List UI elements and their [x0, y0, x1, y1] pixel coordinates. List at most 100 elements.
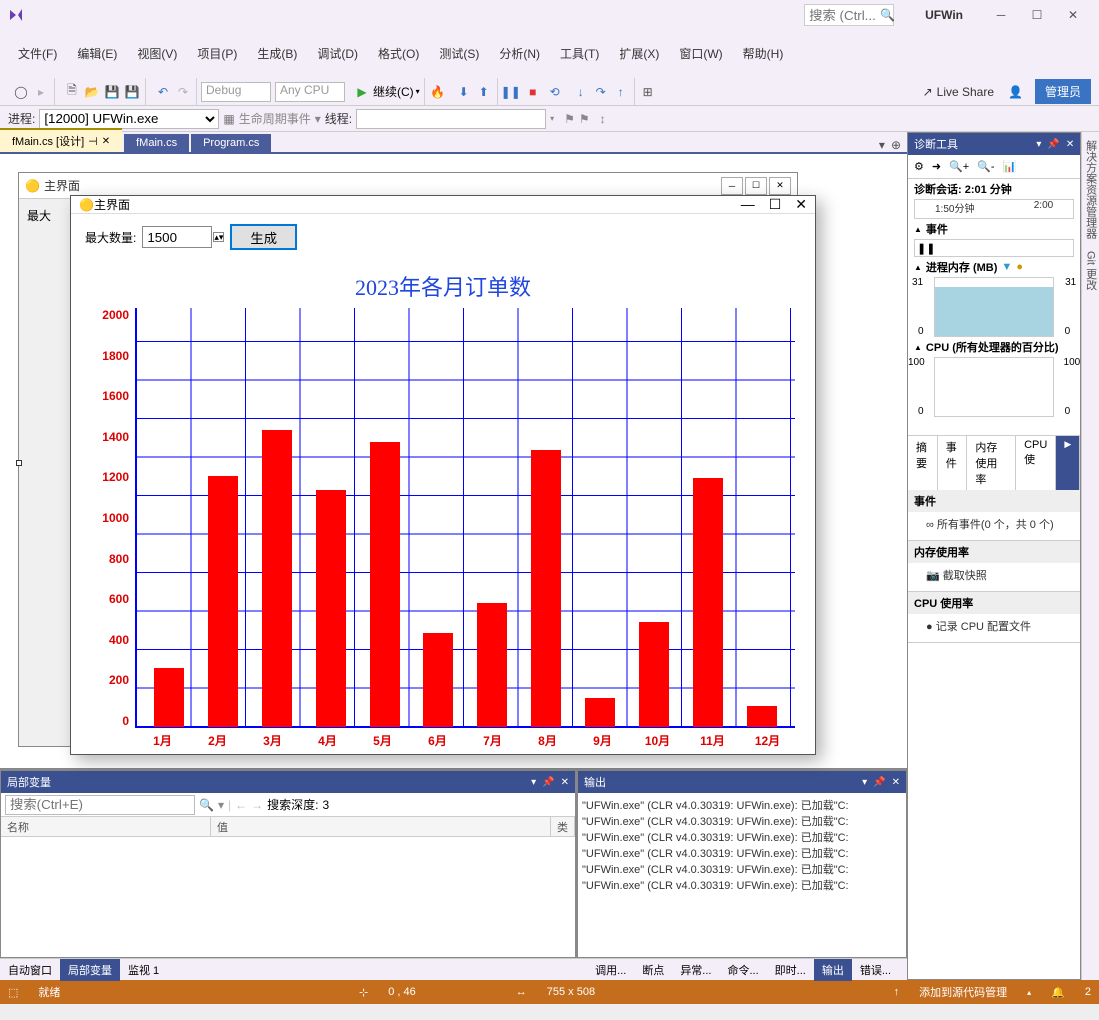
- close-icon[interactable]: ✕: [1066, 139, 1074, 150]
- tab-summary[interactable]: 摘要: [908, 436, 938, 490]
- close-button[interactable]: ✕: [1055, 0, 1091, 30]
- stackframe-icon[interactable]: ↕: [600, 112, 606, 126]
- bottom-tab[interactable]: 输出: [814, 959, 852, 981]
- sidebar-git-changes[interactable]: Git 更改: [1083, 251, 1099, 290]
- thread-combo[interactable]: [356, 109, 546, 129]
- gear-icon[interactable]: ⚙: [914, 160, 924, 173]
- platform-combo[interactable]: Any CPU: [275, 82, 345, 102]
- maximize-button[interactable]: ☐: [1019, 0, 1055, 30]
- menu-item[interactable]: 扩展(X): [609, 40, 669, 68]
- minimize-button[interactable]: —: [741, 196, 755, 213]
- save-icon[interactable]: 💾: [103, 83, 121, 101]
- menu-item[interactable]: 编辑(E): [67, 40, 127, 68]
- step-out-icon[interactable]: ↑: [612, 83, 630, 101]
- max-input[interactable]: [142, 226, 212, 248]
- nav-fwd-icon[interactable]: ▸: [32, 83, 50, 101]
- output-body[interactable]: "UFWin.exe" (CLR v4.0.30319: UFWin.exe):…: [578, 793, 906, 957]
- menu-item[interactable]: 视图(V): [127, 40, 187, 68]
- status-source[interactable]: 添加到源代码管理: [919, 984, 1007, 1000]
- menu-item[interactable]: 测试(S): [429, 40, 489, 68]
- col-value[interactable]: 值: [211, 817, 551, 836]
- tab-mem[interactable]: 内存使用率: [967, 436, 1016, 490]
- flag-icon[interactable]: ⚑: [564, 112, 575, 126]
- document-tab[interactable]: Program.cs: [191, 134, 271, 152]
- snapshot-link[interactable]: 截取快照: [943, 570, 987, 582]
- hot-reload-icon[interactable]: 🔥: [429, 83, 447, 101]
- chart-icon[interactable]: 📊: [1003, 160, 1017, 173]
- dropdown-icon[interactable]: ▾: [1036, 139, 1041, 150]
- step-icon[interactable]: ⬇: [455, 83, 473, 101]
- close-icon[interactable]: ✕: [892, 777, 900, 788]
- spinner-icon[interactable]: ▴▾: [213, 232, 224, 242]
- pin-icon[interactable]: 📌: [542, 777, 554, 788]
- document-tab[interactable]: fMain.cs: [124, 134, 189, 152]
- prev-icon[interactable]: ←: [235, 798, 247, 812]
- bottom-tab[interactable]: 即时...: [767, 959, 814, 981]
- scroll-right[interactable]: ▶: [1056, 436, 1080, 490]
- pause-icon[interactable]: ❚❚: [502, 83, 520, 101]
- bottom-tab[interactable]: 自动窗口: [0, 959, 60, 981]
- close-icon[interactable]: ✕: [102, 136, 110, 147]
- redo-icon[interactable]: ↷: [174, 83, 192, 101]
- continue-icon[interactable]: ▶: [353, 83, 371, 101]
- flag-icon-2[interactable]: ⚑: [579, 112, 590, 126]
- lifecycle-icon[interactable]: ▦: [223, 112, 234, 126]
- config-combo[interactable]: Debug: [201, 82, 271, 102]
- menu-item[interactable]: 生成(B): [247, 40, 307, 68]
- pin-icon[interactable]: 📌: [1047, 139, 1059, 150]
- bottom-tab[interactable]: 命令...: [719, 959, 766, 981]
- depth-combo[interactable]: 3: [322, 798, 358, 812]
- nav-back-icon[interactable]: ◯: [12, 83, 30, 101]
- sidebar-solution-explorer[interactable]: 解决方案资源管理器: [1083, 140, 1099, 239]
- menu-item[interactable]: 分析(N): [489, 40, 550, 68]
- menu-item[interactable]: 窗口(W): [669, 40, 732, 68]
- bottom-tab[interactable]: 错误...: [852, 959, 899, 981]
- zoomin-icon[interactable]: 🔍+: [949, 160, 969, 173]
- open-icon[interactable]: 📂: [83, 83, 101, 101]
- close-icon[interactable]: ✕: [561, 777, 569, 788]
- menu-item[interactable]: 调试(D): [307, 40, 368, 68]
- liveshare-button[interactable]: Live Share: [937, 85, 994, 99]
- pin-icon[interactable]: 📌: [873, 777, 885, 788]
- menu-item[interactable]: 工具(T): [550, 40, 609, 68]
- locals-search-input[interactable]: [5, 795, 195, 815]
- col-type[interactable]: 类型: [551, 817, 575, 836]
- bottom-tab[interactable]: 断点: [634, 959, 672, 981]
- step-icon-2[interactable]: ⬆: [475, 83, 493, 101]
- menu-item[interactable]: 格式(O): [368, 40, 429, 68]
- admin-button[interactable]: 管理员: [1035, 79, 1091, 104]
- menu-item[interactable]: 帮助(H): [733, 40, 794, 68]
- search-icon[interactable]: 🔍: [880, 8, 895, 22]
- menu-item[interactable]: 文件(F): [8, 40, 67, 68]
- step-into-icon[interactable]: ↓: [572, 83, 590, 101]
- step-over-icon[interactable]: ↷: [592, 83, 610, 101]
- arrow-icon[interactable]: ➜: [932, 160, 941, 173]
- menu-item[interactable]: 项目(P): [187, 40, 247, 68]
- col-name[interactable]: 名称: [1, 817, 211, 836]
- bottom-tab[interactable]: 异常...: [672, 959, 719, 981]
- events-link[interactable]: 所有事件(0 个，共 0 个): [937, 519, 1054, 531]
- save-all-icon[interactable]: 💾: [123, 83, 141, 101]
- account-icon[interactable]: 👤: [1008, 85, 1023, 99]
- bottom-tab[interactable]: 局部变量: [60, 959, 120, 981]
- layout-icon[interactable]: ⊞: [639, 83, 657, 101]
- bottom-tab[interactable]: 调用...: [587, 959, 634, 981]
- close-button[interactable]: ✕: [795, 196, 807, 213]
- new-project-icon[interactable]: 🗎: [63, 83, 81, 101]
- bottom-tab[interactable]: 监视 1: [120, 959, 167, 981]
- dropdown-icon[interactable]: ▾: [531, 777, 536, 788]
- restart-icon[interactable]: ⟲: [546, 83, 564, 101]
- document-tab[interactable]: fMain.cs [设计]⊣✕: [0, 128, 122, 152]
- generate-button[interactable]: 生成: [230, 224, 297, 250]
- continue-button[interactable]: 继续(C): [373, 83, 414, 100]
- tab-events[interactable]: 事件: [938, 436, 968, 490]
- tabs-add-icon[interactable]: ⊕: [891, 138, 901, 152]
- dropdown-icon[interactable]: ▾: [862, 777, 867, 788]
- stop-icon[interactable]: ■: [524, 83, 542, 101]
- undo-icon[interactable]: ↶: [154, 83, 172, 101]
- tabs-dropdown-icon[interactable]: ▾: [879, 138, 885, 152]
- search-icon[interactable]: 🔍: [199, 798, 214, 812]
- process-combo[interactable]: [12000] UFWin.exe: [39, 109, 219, 129]
- minimize-button[interactable]: ─: [983, 0, 1019, 30]
- tab-cpu[interactable]: CPU 使: [1016, 436, 1056, 490]
